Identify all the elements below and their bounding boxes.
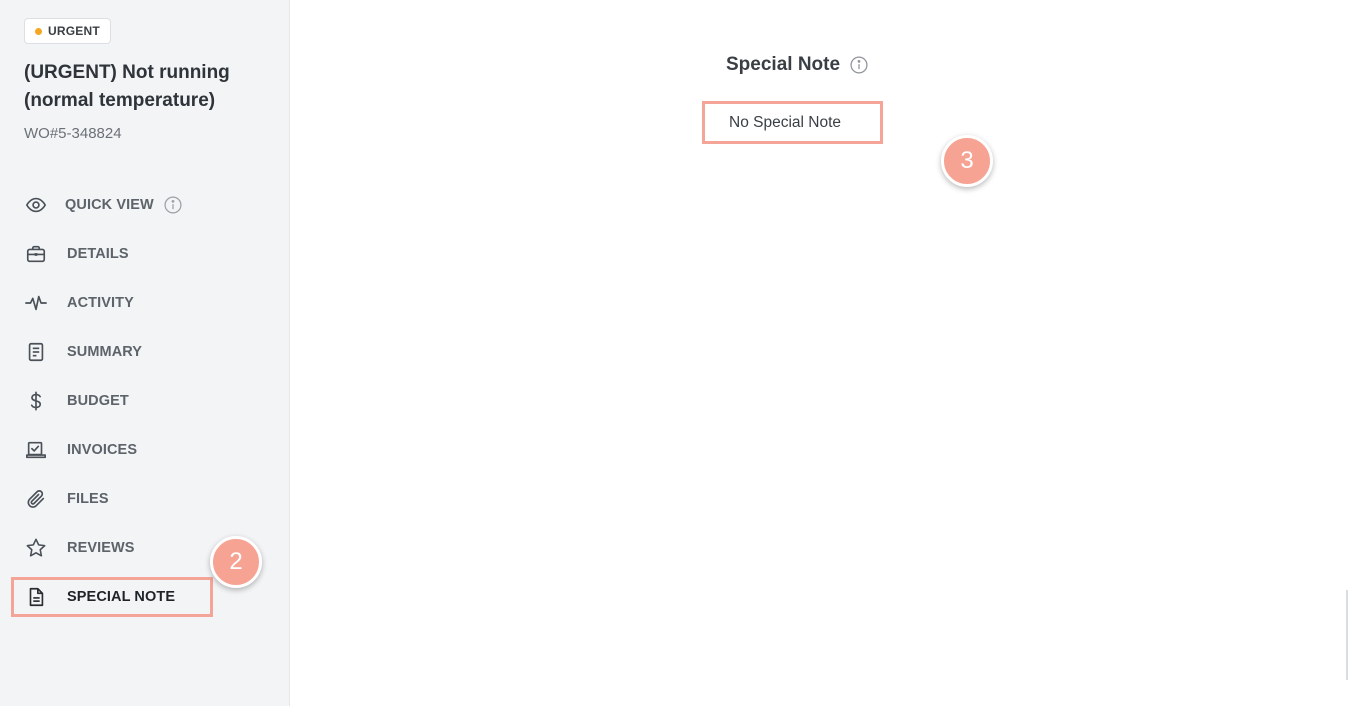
info-icon[interactable] <box>163 195 183 215</box>
info-icon[interactable] <box>849 55 869 75</box>
sidebar-item-label: REVIEWS <box>67 539 135 556</box>
sidebar-item-invoices[interactable]: INVOICES <box>0 425 290 474</box>
sidebar-item-label: INVOICES <box>67 441 138 458</box>
sidebar-item-label: QUICK VIEW <box>65 196 154 213</box>
dollar-icon <box>24 389 48 413</box>
eye-icon <box>24 193 48 217</box>
sidebar-item-label: SUMMARY <box>67 343 143 360</box>
sidebar-item-label: BUDGET <box>67 392 129 409</box>
sidebar-item-label: ACTIVITY <box>67 294 134 311</box>
sidebar-item-budget[interactable]: BUDGET <box>0 376 290 425</box>
sidebar: URGENT (URGENT) Not running (normal temp… <box>0 0 290 706</box>
work-order-number: WO#5-348824 <box>24 125 122 142</box>
document-icon <box>24 340 48 364</box>
step-2-marker: 2 <box>210 536 262 588</box>
step-3-marker: 3 <box>941 135 993 187</box>
sidebar-item-quick-view[interactable]: QUICK VIEW <box>0 180 290 229</box>
briefcase-icon <box>24 242 48 266</box>
section-title: Special Note <box>726 54 841 75</box>
invoice-check-icon <box>24 438 48 462</box>
sidebar-item-label: DETAILS <box>67 245 129 262</box>
urgent-dot-icon <box>35 27 42 35</box>
note-file-icon <box>24 585 48 609</box>
work-order-title: (URGENT) Not running (normal temperature… <box>24 62 230 111</box>
sidebar-item-files[interactable]: FILES <box>0 474 290 523</box>
special-note-value: No Special Note <box>702 101 883 144</box>
sidebar-item-label: SPECIAL NOTE <box>67 588 176 605</box>
sidebar-item-details[interactable]: DETAILS <box>0 229 290 278</box>
sidebar-item-activity[interactable]: ACTIVITY <box>0 278 290 327</box>
main-content: Special Note No Special Note 3 <box>291 0 1348 706</box>
urgent-badge: URGENT <box>24 18 111 44</box>
star-icon <box>24 536 48 560</box>
paperclip-icon <box>24 487 48 511</box>
sidebar-item-label: FILES <box>67 490 109 507</box>
sidebar-item-summary[interactable]: SUMMARY <box>0 327 290 376</box>
urgent-badge-label: URGENT <box>48 24 100 38</box>
activity-pulse-icon <box>24 291 48 315</box>
special-note-header: Special Note <box>726 54 869 76</box>
